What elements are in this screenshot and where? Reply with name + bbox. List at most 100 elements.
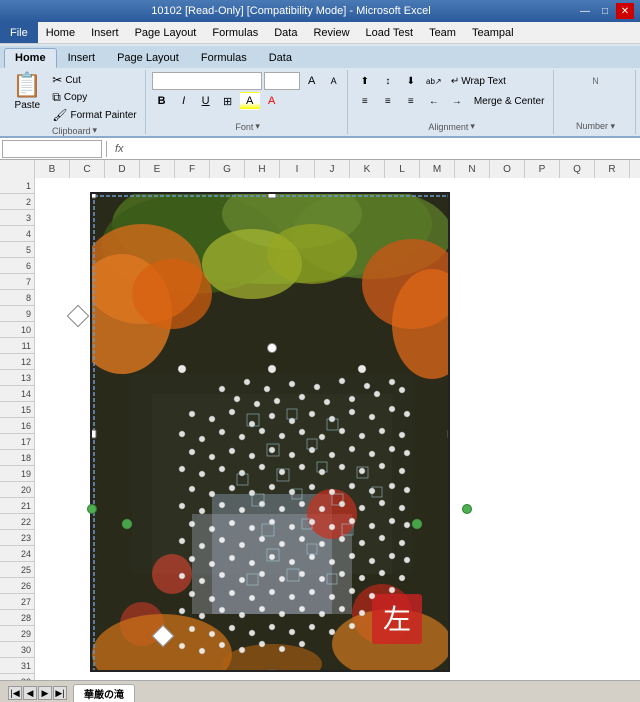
col-header-d[interactable]: D bbox=[105, 160, 140, 178]
tab-home[interactable]: Home bbox=[4, 48, 57, 68]
prev-sheet-button[interactable]: ◀ bbox=[23, 686, 37, 700]
file-menu[interactable]: File bbox=[0, 22, 38, 43]
row-30[interactable]: 30 bbox=[0, 642, 34, 658]
col-header-e[interactable]: E bbox=[140, 160, 175, 178]
col-header-l[interactable]: L bbox=[385, 160, 420, 178]
review-menu[interactable]: Review bbox=[305, 22, 357, 43]
col-header-b[interactable]: B bbox=[35, 160, 70, 178]
row-8[interactable]: 8 bbox=[0, 290, 34, 306]
font-name-input[interactable] bbox=[152, 72, 262, 90]
tab-data[interactable]: Data bbox=[258, 48, 303, 68]
row-29[interactable]: 29 bbox=[0, 626, 34, 642]
row-16[interactable]: 16 bbox=[0, 418, 34, 434]
align-top-button[interactable]: ⬆ bbox=[354, 72, 376, 90]
format-painter-button[interactable]: 🖌 Format Painter bbox=[48, 107, 140, 123]
italic-button[interactable]: I bbox=[174, 92, 194, 110]
merge-center-button[interactable]: Merge & Center bbox=[469, 92, 550, 110]
row-28[interactable]: 28 bbox=[0, 610, 34, 626]
maximize-button[interactable]: □ bbox=[596, 3, 614, 19]
border-button[interactable]: ⊞ bbox=[218, 92, 238, 110]
top-handle[interactable] bbox=[267, 343, 277, 353]
underline-button[interactable]: U bbox=[196, 92, 216, 110]
row-10[interactable]: 10 bbox=[0, 322, 34, 338]
row-17[interactable]: 17 bbox=[0, 434, 34, 450]
align-center-button[interactable]: ≡ bbox=[377, 92, 399, 110]
bold-button[interactable]: B bbox=[152, 92, 172, 110]
green-handle-left[interactable] bbox=[87, 504, 97, 514]
row-31[interactable]: 31 bbox=[0, 658, 34, 674]
col-header-c[interactable]: C bbox=[70, 160, 105, 178]
clipboard-expand-icon[interactable]: ▾ bbox=[93, 125, 98, 136]
row-21[interactable]: 21 bbox=[0, 498, 34, 514]
text-angle-button[interactable]: ab↗ bbox=[423, 72, 445, 90]
alignment-expand-icon[interactable]: ▾ bbox=[470, 121, 475, 132]
font-expand-icon[interactable]: ▾ bbox=[255, 121, 260, 132]
first-sheet-button[interactable]: |◀ bbox=[8, 686, 22, 700]
col-header-g[interactable]: G bbox=[210, 160, 245, 178]
col-header-s[interactable]: S bbox=[630, 160, 640, 178]
wrap-text-button[interactable]: ↵ Wrap Text bbox=[446, 72, 511, 90]
col-header-n[interactable]: N bbox=[455, 160, 490, 178]
row-20[interactable]: 20 bbox=[0, 482, 34, 498]
row-22[interactable]: 22 bbox=[0, 514, 34, 530]
green-handle-right[interactable] bbox=[462, 504, 472, 514]
row-19[interactable]: 19 bbox=[0, 466, 34, 482]
col-header-o[interactable]: O bbox=[490, 160, 525, 178]
fill-color-button[interactable]: A bbox=[240, 92, 260, 110]
col-header-p[interactable]: P bbox=[525, 160, 560, 178]
col-header-r[interactable]: R bbox=[595, 160, 630, 178]
row-4[interactable]: 4 bbox=[0, 226, 34, 242]
decrease-font-button[interactable]: A bbox=[324, 72, 344, 90]
team-menu[interactable]: Team bbox=[421, 22, 464, 43]
col-header-f[interactable]: F bbox=[175, 160, 210, 178]
home-menu[interactable]: Home bbox=[38, 22, 83, 43]
teampal-menu[interactable]: Teampal bbox=[464, 22, 522, 43]
formulas-menu[interactable]: Formulas bbox=[204, 22, 266, 43]
row-24[interactable]: 24 bbox=[0, 546, 34, 562]
row-2[interactable]: 2 bbox=[0, 194, 34, 210]
increase-font-button[interactable]: A bbox=[302, 72, 322, 90]
col-header-j[interactable]: J bbox=[315, 160, 350, 178]
window-controls[interactable]: — □ ✕ bbox=[576, 3, 634, 19]
row-1[interactable]: 1 bbox=[0, 178, 34, 194]
name-box-input[interactable] bbox=[2, 140, 102, 158]
col-header-q[interactable]: Q bbox=[560, 160, 595, 178]
paste-button[interactable]: 📋 Paste bbox=[8, 72, 46, 113]
row-32[interactable]: 32 bbox=[0, 674, 34, 680]
diamond-handle-2[interactable] bbox=[67, 305, 90, 328]
font-color-button[interactable]: A bbox=[262, 92, 282, 110]
sheet-tab-kegon[interactable]: 華厳の滝 bbox=[73, 684, 135, 702]
tab-formulas[interactable]: Formulas bbox=[190, 48, 258, 68]
embedded-image[interactable]: 左 bbox=[90, 192, 450, 672]
row-26[interactable]: 26 bbox=[0, 578, 34, 594]
row-6[interactable]: 6 bbox=[0, 258, 34, 274]
col-header-k[interactable]: K bbox=[350, 160, 385, 178]
cut-button[interactable]: ✂ Cut bbox=[48, 72, 140, 88]
load-test-menu[interactable]: Load Test bbox=[358, 22, 422, 43]
data-menu[interactable]: Data bbox=[266, 22, 305, 43]
decrease-indent-button[interactable]: ← bbox=[423, 92, 445, 110]
font-size-input[interactable] bbox=[264, 72, 300, 90]
tab-page-layout[interactable]: Page Layout bbox=[106, 48, 190, 68]
row-14[interactable]: 14 bbox=[0, 386, 34, 402]
minimize-button[interactable]: — bbox=[576, 3, 594, 19]
row-3[interactable]: 3 bbox=[0, 210, 34, 226]
col-header-h[interactable]: H bbox=[245, 160, 280, 178]
row-23[interactable]: 23 bbox=[0, 530, 34, 546]
row-12[interactable]: 12 bbox=[0, 354, 34, 370]
col-header-m[interactable]: M bbox=[420, 160, 455, 178]
close-button[interactable]: ✕ bbox=[616, 3, 634, 19]
col-header-i[interactable]: I bbox=[280, 160, 315, 178]
row-9[interactable]: 9 bbox=[0, 306, 34, 322]
align-middle-button[interactable]: ↕ bbox=[377, 72, 399, 90]
align-left-button[interactable]: ≡ bbox=[354, 92, 376, 110]
last-sheet-button[interactable]: ▶| bbox=[53, 686, 67, 700]
row-7[interactable]: 7 bbox=[0, 274, 34, 290]
increase-indent-button[interactable]: → bbox=[446, 92, 468, 110]
row-18[interactable]: 18 bbox=[0, 450, 34, 466]
row-27[interactable]: 27 bbox=[0, 594, 34, 610]
tab-insert[interactable]: Insert bbox=[57, 48, 107, 68]
row-13[interactable]: 13 bbox=[0, 370, 34, 386]
formula-input[interactable] bbox=[130, 140, 638, 158]
row-5[interactable]: 5 bbox=[0, 242, 34, 258]
